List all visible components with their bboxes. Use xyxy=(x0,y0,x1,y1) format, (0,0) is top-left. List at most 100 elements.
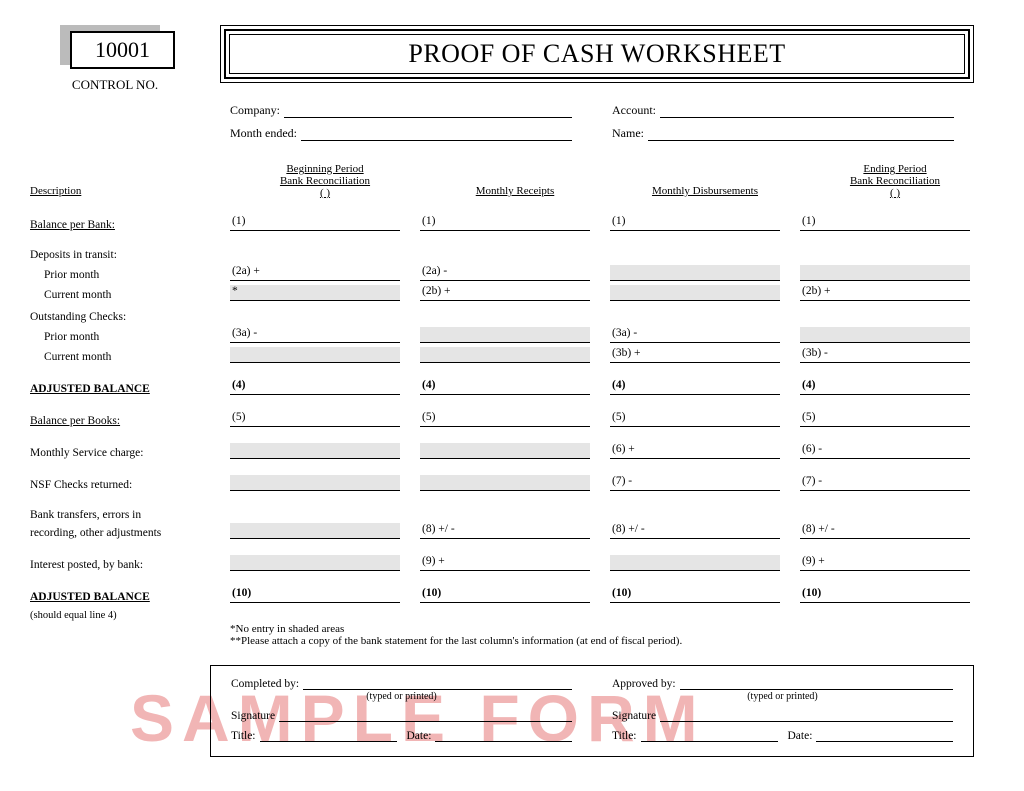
cell[interactable]: (2b) + xyxy=(420,285,590,301)
cell[interactable]: (10) xyxy=(800,587,970,603)
row-transfers-2: recording, other adjustments xyxy=(30,527,230,539)
cell-shaded xyxy=(230,347,400,363)
row-outstanding: Outstanding Checks: xyxy=(30,311,230,323)
cell[interactable]: (5) xyxy=(610,411,780,427)
col1-line1: Beginning Period xyxy=(230,163,420,175)
cell[interactable]: (5) xyxy=(800,411,970,427)
signature-label: Signature xyxy=(231,710,275,722)
cell[interactable]: (3b) + xyxy=(610,347,780,363)
typed-hint: (typed or printed) xyxy=(231,691,572,702)
row-nsf: NSF Checks returned: xyxy=(30,479,230,491)
completed-by-label: Completed by: xyxy=(231,678,299,690)
cell[interactable]: (4) xyxy=(420,379,590,395)
cell[interactable]: (1) xyxy=(610,215,780,231)
row-current-month: Current month xyxy=(30,289,230,301)
row-balance-bank: Balance per Bank: xyxy=(30,219,230,231)
col1-line2: Bank Reconciliation xyxy=(230,175,420,187)
cell[interactable]: (8) +/ - xyxy=(420,523,590,539)
cell[interactable]: (3a) - xyxy=(610,327,780,343)
footnote-2: **Please attach a copy of the bank state… xyxy=(230,635,994,647)
cell-shaded: * xyxy=(230,285,400,301)
title-field[interactable] xyxy=(260,728,397,742)
cell[interactable]: (7) - xyxy=(800,475,970,491)
row-transfers-1: Bank transfers, errors in xyxy=(30,509,230,521)
cell-shaded xyxy=(420,347,590,363)
cell[interactable]: (3a) - xyxy=(230,327,400,343)
account-field[interactable] xyxy=(660,104,954,118)
month-label: Month ended: xyxy=(230,126,297,141)
cell[interactable]: (9) + xyxy=(800,555,970,571)
title-label: Title: xyxy=(231,730,256,742)
cell-shaded xyxy=(800,265,970,281)
cell[interactable]: (10) xyxy=(610,587,780,603)
cell[interactable]: (6) - xyxy=(800,443,970,459)
footnote-1: *No entry in shaded areas xyxy=(230,623,994,635)
signature-field-2[interactable] xyxy=(660,708,953,722)
cell[interactable]: (6) + xyxy=(610,443,780,459)
cell[interactable]: (10) xyxy=(420,587,590,603)
signature-field[interactable] xyxy=(279,708,572,722)
date-field[interactable] xyxy=(435,728,572,742)
cell-shaded xyxy=(610,265,780,281)
cell[interactable]: (1) xyxy=(230,215,400,231)
cell[interactable]: (7) - xyxy=(610,475,780,491)
cell[interactable]: (2a) - xyxy=(420,265,590,281)
cell[interactable]: (10) xyxy=(230,587,400,603)
title-field-2[interactable] xyxy=(641,728,778,742)
cell-shaded xyxy=(420,475,590,491)
cell[interactable]: (8) +/ - xyxy=(610,523,780,539)
typed-hint-2: (typed or printed) xyxy=(612,691,953,702)
cell[interactable]: (4) xyxy=(610,379,780,395)
cell-shaded xyxy=(230,523,400,539)
cell-shaded xyxy=(420,327,590,343)
cell[interactable]: (3b) - xyxy=(800,347,970,363)
control-label: CONTROL NO. xyxy=(30,77,200,93)
col4-line3: ( ) xyxy=(800,187,990,199)
row-adj-balance-2: ADJUSTED BALANCE xyxy=(30,591,230,603)
company-label: Company: xyxy=(230,103,280,118)
row-deposits: Deposits in transit: xyxy=(30,249,230,261)
approved-by-label: Approved by: xyxy=(612,678,676,690)
row-should-equal: (should equal line 4) xyxy=(30,610,230,621)
signature-label-2: Signature xyxy=(612,710,656,722)
title-frame: PROOF OF CASH WORKSHEET xyxy=(220,25,974,83)
date-field-2[interactable] xyxy=(816,728,953,742)
row-prior-month-2: Prior month xyxy=(30,331,230,343)
row-adj-balance: ADJUSTED BALANCE xyxy=(30,383,230,395)
cell-shaded xyxy=(610,285,780,301)
col4-line2: Bank Reconciliation xyxy=(800,175,990,187)
cell-shaded xyxy=(610,555,780,571)
cell[interactable]: (8) +/ - xyxy=(800,523,970,539)
cell[interactable]: (9) + xyxy=(420,555,590,571)
col4-line1: Ending Period xyxy=(800,163,990,175)
cell[interactable]: (1) xyxy=(420,215,590,231)
account-label: Account: xyxy=(612,103,656,118)
cell[interactable]: (4) xyxy=(230,379,400,395)
signature-box: Completed by: (typed or printed) Approve… xyxy=(210,665,974,757)
cell[interactable]: (1) xyxy=(800,215,970,231)
col-description: Description xyxy=(30,185,230,199)
cell[interactable]: (4) xyxy=(800,379,970,395)
date-label-2: Date: xyxy=(788,730,813,742)
completed-by-field[interactable] xyxy=(303,676,572,690)
row-service-charge: Monthly Service charge: xyxy=(30,447,230,459)
month-field[interactable] xyxy=(301,127,572,141)
company-field[interactable] xyxy=(284,104,572,118)
cell-shaded xyxy=(230,555,400,571)
row-balance-books: Balance per Books: xyxy=(30,415,230,427)
control-number-block: 10001 CONTROL NO. xyxy=(30,25,200,93)
cell-shaded xyxy=(800,327,970,343)
title-label-2: Title: xyxy=(612,730,637,742)
cell[interactable]: (5) xyxy=(230,411,400,427)
approved-by-field[interactable] xyxy=(680,676,953,690)
row-prior-month: Prior month xyxy=(30,269,230,281)
col1-line3: ( ) xyxy=(230,187,420,199)
control-number: 10001 xyxy=(70,31,175,69)
name-field[interactable] xyxy=(648,127,954,141)
cell[interactable]: (2b) + xyxy=(800,285,970,301)
page-title: PROOF OF CASH WORKSHEET xyxy=(229,34,965,74)
row-interest: Interest posted, by bank: xyxy=(30,559,230,571)
cell-shaded xyxy=(230,475,400,491)
cell[interactable]: (5) xyxy=(420,411,590,427)
cell[interactable]: (2a) + xyxy=(230,265,400,281)
